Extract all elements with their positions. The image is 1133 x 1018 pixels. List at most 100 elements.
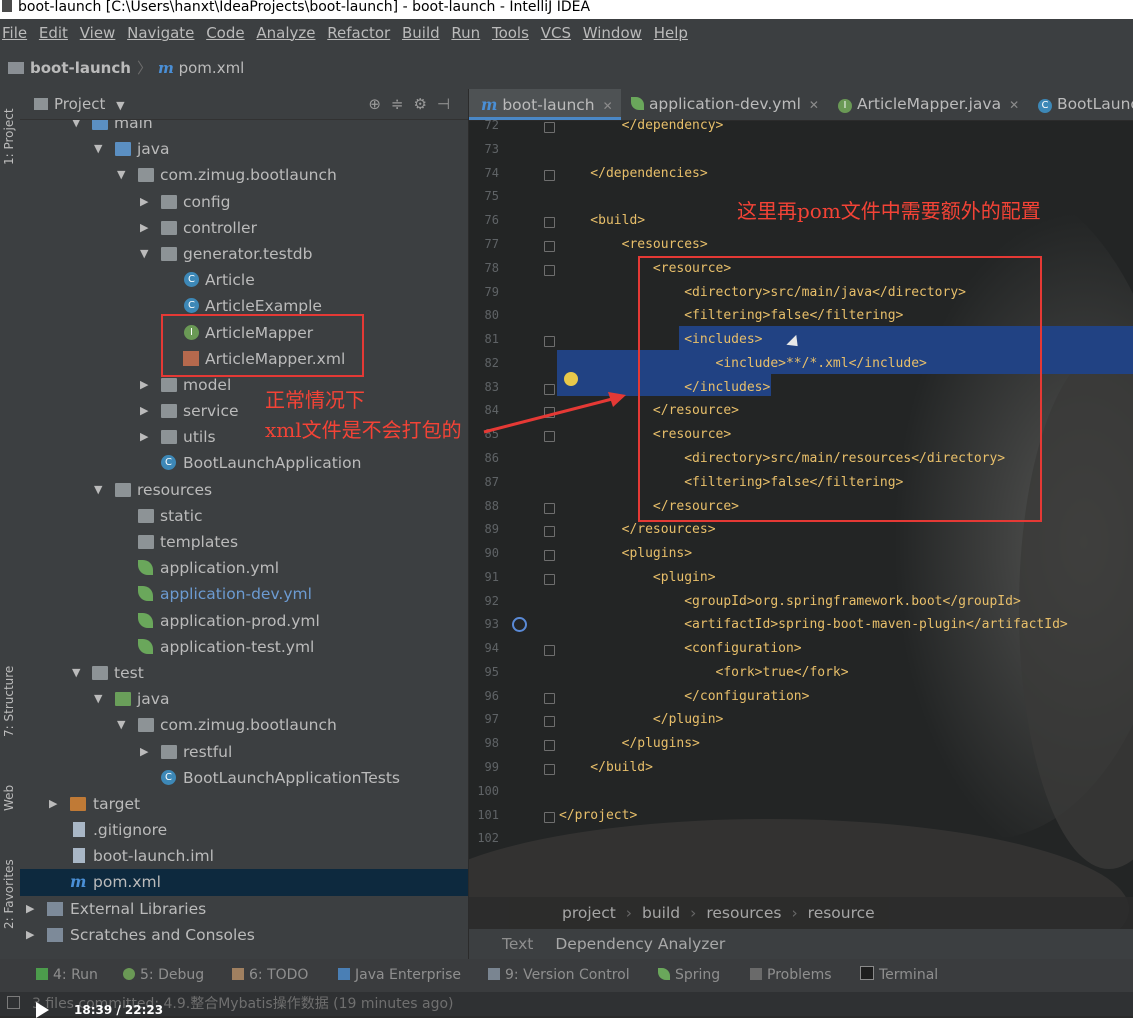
breadcrumb-item[interactable]: resource	[808, 904, 875, 922]
tree-row[interactable]: ▶ config	[20, 189, 468, 215]
fold-marker-icon[interactable]	[544, 574, 555, 585]
menu-navigate[interactable]: Navigate	[127, 24, 194, 42]
java-enterprise-tool-button[interactable]: Java Enterprise	[338, 959, 461, 992]
fold-marker-icon[interactable]	[544, 740, 555, 751]
fold-marker-icon[interactable]	[544, 170, 555, 181]
menu-help[interactable]: Help	[654, 24, 688, 42]
tree-row[interactable]: ▼ test	[20, 660, 468, 686]
close-icon[interactable]: ✕	[1009, 98, 1019, 112]
chevron-right-icon[interactable]: ▶	[140, 189, 148, 215]
tree-row[interactable]: ▶ External Libraries	[20, 896, 468, 922]
tree-row[interactable]: ▶ Scratches and Consoles	[20, 922, 468, 948]
terminal-tool-button[interactable]: Terminal	[860, 959, 938, 992]
tree-row[interactable]: application.yml	[20, 555, 468, 581]
tree-row[interactable]: C BootLaunchApplication	[20, 450, 468, 476]
fold-marker-icon[interactable]	[544, 550, 555, 561]
fold-marker-icon[interactable]	[544, 693, 555, 704]
tree-row[interactable]: application-prod.yml	[20, 608, 468, 634]
tree-row[interactable]: static	[20, 503, 468, 529]
chevron-right-icon[interactable]: ▶	[26, 922, 34, 948]
web-tool-tab[interactable]: Web	[2, 785, 16, 811]
chevron-down-icon[interactable]: ▼	[117, 162, 125, 188]
close-icon[interactable]: ✕	[809, 98, 819, 112]
fold-marker-icon[interactable]	[544, 812, 555, 823]
locate-icon[interactable]: ⊕	[368, 95, 391, 113]
tab-text[interactable]: Text	[502, 935, 533, 953]
tree-row-selected[interactable]: m pom.xml	[20, 869, 468, 896]
chevron-right-icon[interactable]: ▶	[26, 896, 34, 922]
code-area[interactable]: </dependency> </dependencies> <build> <r…	[559, 118, 1133, 930]
chevron-down-icon[interactable]: ▼	[94, 136, 102, 162]
tab-article-mapper[interactable]: I ArticleMapper.java ✕	[826, 89, 1028, 120]
todo-tool-button[interactable]: 6: TODO	[232, 959, 308, 992]
tree-row[interactable]: ▼ java	[20, 686, 468, 712]
chevron-down-icon[interactable]: ▼	[140, 241, 148, 267]
menu-tools[interactable]: Tools	[492, 24, 529, 42]
breadcrumb-item[interactable]: build	[642, 904, 680, 922]
nav-project[interactable]: boot-launch	[30, 59, 131, 77]
project-view-title[interactable]: Project	[54, 95, 105, 113]
chevron-right-icon[interactable]: ▶	[49, 791, 57, 817]
menu-window[interactable]: Window	[583, 24, 642, 42]
chevron-right-icon[interactable]: ▶	[140, 739, 148, 765]
tree-row[interactable]: C BootLaunchApplicationTests	[20, 765, 468, 791]
menu-file[interactable]: File	[2, 24, 27, 42]
fold-marker-icon[interactable]	[544, 764, 555, 775]
debug-tool-button[interactable]: 5: Debug	[123, 959, 204, 992]
fold-marker-icon[interactable]	[544, 122, 555, 133]
fold-marker-icon[interactable]	[544, 336, 555, 347]
tab-boot-launch-application[interactable]: C BootLaunchApplication	[1028, 89, 1133, 120]
tree-row[interactable]: .gitignore	[20, 817, 468, 843]
menu-vcs[interactable]: VCS	[541, 24, 571, 42]
tree-row[interactable]: C Article	[20, 267, 468, 293]
fold-marker-icon[interactable]	[544, 526, 555, 537]
chevron-right-icon[interactable]: ▶	[140, 424, 148, 450]
tab-boot-launch[interactable]: m boot-launch ✕	[469, 89, 621, 120]
gear-icon[interactable]: ⚙	[413, 95, 436, 113]
tab-application-dev[interactable]: application-dev.yml ✕	[621, 89, 826, 120]
tree-row[interactable]: ▶ restful	[20, 739, 468, 765]
fold-marker-icon[interactable]	[544, 217, 555, 228]
chevron-down-icon[interactable]: ▼	[94, 686, 102, 712]
tree-row[interactable]: ▼ java	[20, 136, 468, 162]
menu-run[interactable]: Run	[451, 24, 480, 42]
fold-marker-icon[interactable]	[544, 645, 555, 656]
problems-tool-button[interactable]: Problems	[750, 959, 832, 992]
chevron-down-icon[interactable]: ▼	[117, 712, 125, 738]
chevron-right-icon[interactable]: ▶	[140, 372, 148, 398]
tab-dependency-analyzer[interactable]: Dependency Analyzer	[555, 935, 725, 953]
menu-code[interactable]: Code	[206, 24, 244, 42]
tree-row[interactable]: boot-launch.iml	[20, 843, 468, 869]
tree-row[interactable]: application-dev.yml	[20, 581, 468, 607]
nav-file[interactable]: pom.xml	[179, 59, 245, 77]
favorites-tool-tab[interactable]: 2: Favorites	[2, 859, 16, 929]
tree-row[interactable]: templates	[20, 529, 468, 555]
fold-marker-icon[interactable]	[544, 503, 555, 514]
chevron-right-icon[interactable]: ▶	[140, 398, 148, 424]
fold-marker-icon[interactable]	[544, 265, 555, 276]
run-tool-button[interactable]: 4: Run	[36, 959, 98, 992]
fold-marker-icon[interactable]	[544, 716, 555, 727]
project-tool-tab[interactable]: 1: Project	[2, 108, 16, 165]
chevron-down-icon[interactable]: ▼	[94, 477, 102, 503]
menu-edit[interactable]: Edit	[39, 24, 68, 42]
fold-marker-icon[interactable]	[544, 241, 555, 252]
tree-row[interactable]: ▶ target	[20, 791, 468, 817]
menu-analyze[interactable]: Analyze	[256, 24, 315, 42]
breadcrumb-item[interactable]: resources	[706, 904, 781, 922]
spring-tool-button[interactable]: Spring	[658, 959, 720, 992]
breadcrumb-item[interactable]: project	[562, 904, 616, 922]
structure-tool-tab[interactable]: 7: Structure	[2, 666, 16, 737]
menu-build[interactable]: Build	[402, 24, 440, 42]
tree-row[interactable]: ▼ com.zimug.bootlaunch	[20, 162, 468, 188]
collapse-all-icon[interactable]: ≑	[391, 95, 414, 113]
chevron-down-icon[interactable]: ▼	[72, 660, 80, 686]
chevron-down-icon[interactable]: ▼	[116, 99, 124, 112]
chevron-right-icon[interactable]: ▶	[140, 215, 148, 241]
spring-boot-run-icon[interactable]	[512, 617, 527, 632]
close-icon[interactable]: ✕	[603, 99, 613, 113]
version-control-tool-button[interactable]: 9: Version Control	[488, 959, 630, 992]
menu-view[interactable]: View	[80, 24, 116, 42]
tree-row[interactable]: ▶ controller	[20, 215, 468, 241]
tree-row[interactable]: ▼ resources	[20, 477, 468, 503]
